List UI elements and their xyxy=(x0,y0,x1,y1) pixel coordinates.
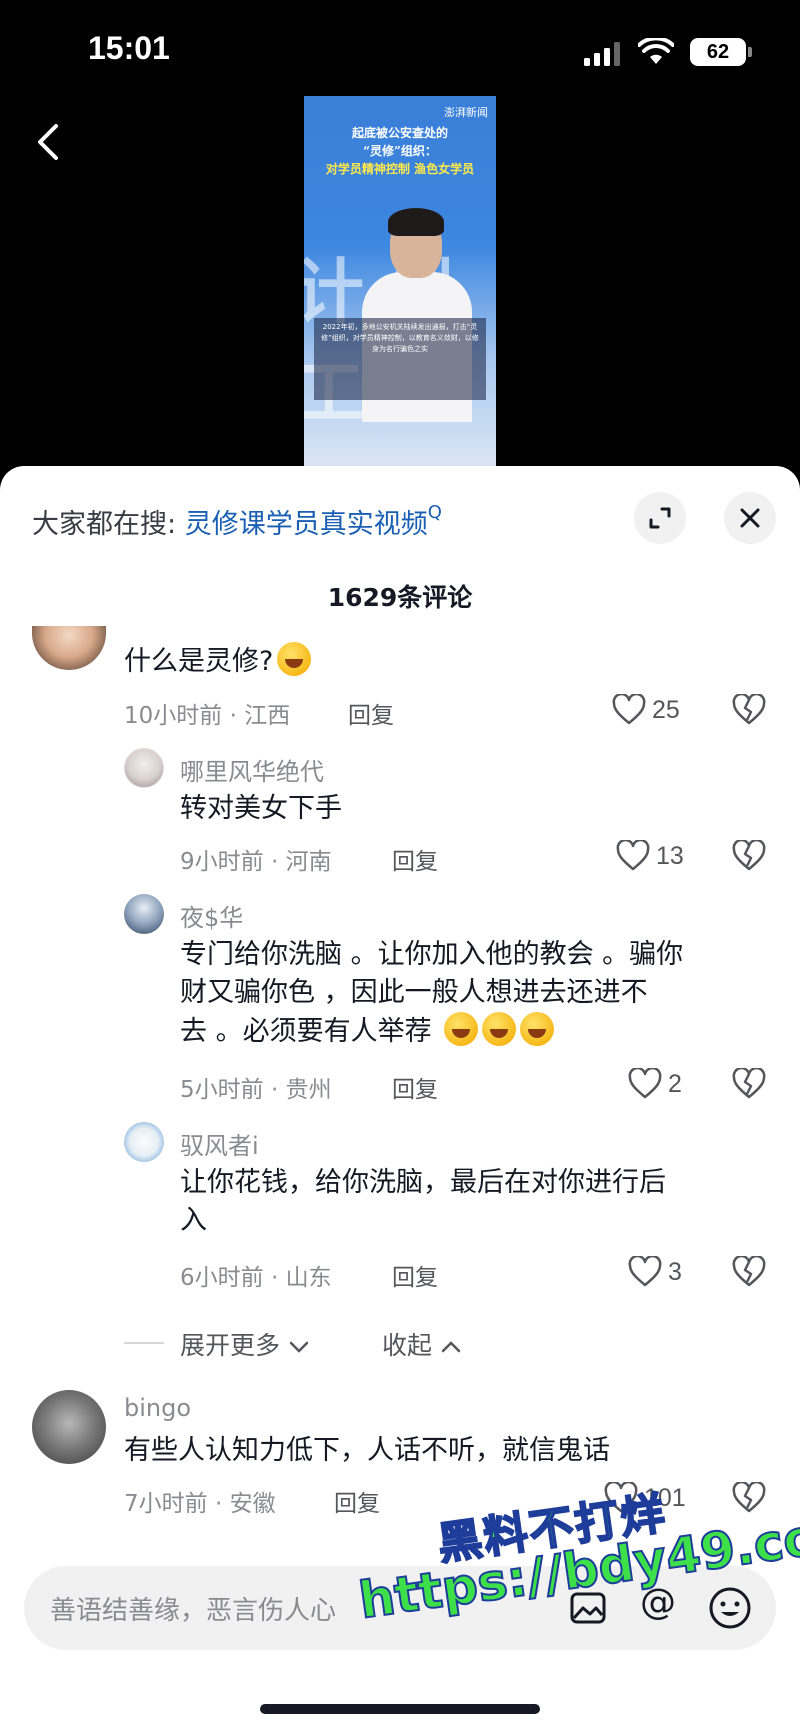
battery-indicator: 62 xyxy=(690,38,752,66)
like-count: 2 xyxy=(668,1070,682,1098)
video-title-line: “灵修”组织： xyxy=(363,144,437,158)
comment-text-line: 财又骗你色 ，因此一般人想进去还进不 xyxy=(180,977,648,1008)
chevron-up-icon xyxy=(441,1341,461,1353)
comment-text: 什么是灵修? xyxy=(124,642,312,681)
like-count: 101 xyxy=(644,1484,686,1512)
comment-meta: 9小时前 · 河南 xyxy=(180,849,332,875)
comment-text-line: 让你花钱，给你洗脑，最后在对你进行后 xyxy=(180,1167,666,1198)
expand-more-label: 展开更多 xyxy=(180,1331,281,1360)
close-icon xyxy=(740,508,760,528)
collapse-label: 收起 xyxy=(382,1331,433,1360)
image-icon[interactable] xyxy=(568,1588,608,1628)
laughing-emoji-icon xyxy=(277,642,312,676)
video-title: 起底被公安查处的 “灵修”组织： 对学员精神控制 渔色女学员 xyxy=(304,124,496,178)
comment-text-line: 去 。必须要有人举荐 xyxy=(180,1012,683,1051)
video-title-line: 起底被公安查处的 xyxy=(351,126,448,140)
video-caption: 2022年初，多地公安机关陆续发出通报，打击“灵修”组织，对学员精神控制，以教育… xyxy=(314,318,486,400)
comment-text-line: 专门给你洗脑 。让你加入他的教会 。骗你 xyxy=(180,939,684,970)
comment-text: 转对美女下手 xyxy=(180,793,342,824)
grinning-emoji-icon xyxy=(520,1012,555,1046)
comment-text: 让你花钱，给你洗脑，最后在对你进行后 入 xyxy=(180,1164,666,1240)
chevron-down-icon xyxy=(289,1341,309,1353)
reply-button[interactable]: 回复 xyxy=(334,1484,380,1518)
trending-search[interactable]: 大家都在搜: 灵修课学员真实视频Q xyxy=(32,502,442,541)
like-count: 13 xyxy=(656,842,684,870)
reply-button[interactable]: 回复 xyxy=(348,696,394,730)
video-brand-logo: 澎湃新闻 xyxy=(444,106,488,119)
avatar[interactable] xyxy=(124,748,164,788)
grinning-emoji-icon xyxy=(444,1012,479,1046)
expand-icon xyxy=(649,507,671,529)
expand-button[interactable] xyxy=(634,492,686,544)
heart-icon[interactable] xyxy=(612,694,646,726)
mention-at-icon[interactable]: @ xyxy=(640,1582,676,1623)
reply-button[interactable]: 回复 xyxy=(392,1258,438,1292)
video-title-highlight: 对学员精神控制 渔色女学员 xyxy=(325,162,475,176)
comment-username[interactable]: 驭风者i xyxy=(180,1126,259,1161)
status-time: 15:01 xyxy=(88,30,170,66)
home-indicator xyxy=(260,1704,540,1714)
status-bar: 15:01 62 xyxy=(0,0,800,100)
broken-heart-icon[interactable] xyxy=(732,1068,766,1100)
comment-text-content: 什么是灵修? xyxy=(124,646,274,677)
comment-text: 专门给你洗脑 。让你加入他的教会 。骗你 财又骗你色 ，因此一般人想进去还进不 … xyxy=(180,936,683,1051)
comment-text-line: 入 xyxy=(180,1205,207,1236)
broken-heart-icon[interactable] xyxy=(732,1482,766,1514)
video-thumbnail[interactable]: 澎湃新闻 起底被公安查处的 “灵修”组织： 对学员精神控制 渔色女学员 计划工 … xyxy=(304,96,496,470)
heart-icon[interactable] xyxy=(628,1256,662,1288)
heart-icon[interactable] xyxy=(628,1068,662,1100)
comment-input[interactable]: 善语结善缘，恶言伤人心 @ xyxy=(24,1566,776,1650)
emoji-smile-icon[interactable] xyxy=(708,1586,752,1630)
comment-text: 有些人认知力低下，人话不听，就信鬼话 xyxy=(124,1435,610,1466)
comment-count: 1629条评论 xyxy=(327,583,473,612)
video-person-hair xyxy=(388,208,444,236)
search-term-link[interactable]: 灵修课学员真实视频 xyxy=(185,509,428,540)
comment-meta: 10小时前 · 江西 xyxy=(124,703,291,729)
collapse-button[interactable]: 收起 xyxy=(382,1326,462,1362)
comment-text-content: 去 。必须要有人举荐 xyxy=(180,1016,432,1047)
search-prefix: 大家都在搜: xyxy=(32,509,177,540)
thread-divider xyxy=(124,1342,164,1344)
comment-meta: 6小时前 · 山东 xyxy=(180,1265,332,1291)
heart-icon[interactable] xyxy=(616,840,650,872)
like-count: 25 xyxy=(652,696,680,724)
reply-button[interactable]: 回复 xyxy=(392,1070,438,1104)
comment-meta: 5小时前 · 贵州 xyxy=(180,1077,332,1103)
avatar[interactable] xyxy=(32,1390,106,1464)
expand-more-button[interactable]: 展开更多 xyxy=(180,1326,310,1362)
comment-username[interactable]: bingo xyxy=(124,1394,191,1422)
avatar[interactable] xyxy=(124,894,164,934)
heart-icon[interactable] xyxy=(604,1482,638,1514)
close-button[interactable] xyxy=(724,492,776,544)
broken-heart-icon[interactable] xyxy=(732,840,766,872)
cellular-signal-icon xyxy=(584,42,620,66)
broken-heart-icon[interactable] xyxy=(732,1256,766,1288)
wifi-icon xyxy=(638,38,674,64)
grinning-emoji-icon xyxy=(482,1012,517,1046)
avatar[interactable] xyxy=(32,626,106,670)
search-icon: Q xyxy=(427,502,442,523)
comment-username[interactable]: 哪里风华绝代 xyxy=(180,752,324,787)
comment-meta: 7小时前 · 安徽 xyxy=(124,1491,276,1517)
broken-heart-icon[interactable] xyxy=(732,694,766,726)
like-count: 3 xyxy=(668,1258,682,1286)
avatar[interactable] xyxy=(124,1122,164,1162)
reply-button[interactable]: 回复 xyxy=(392,842,438,876)
back-chevron-icon[interactable] xyxy=(30,118,70,166)
comment-input-placeholder: 善语结善缘，恶言伤人心 xyxy=(50,1596,337,1626)
comment-sheet: 大家都在搜: 灵修课学员真实视频Q 1629条评论 什么是灵修? 10小时前 ·… xyxy=(0,466,800,1732)
comment-username[interactable]: 夜$华 xyxy=(180,898,243,933)
